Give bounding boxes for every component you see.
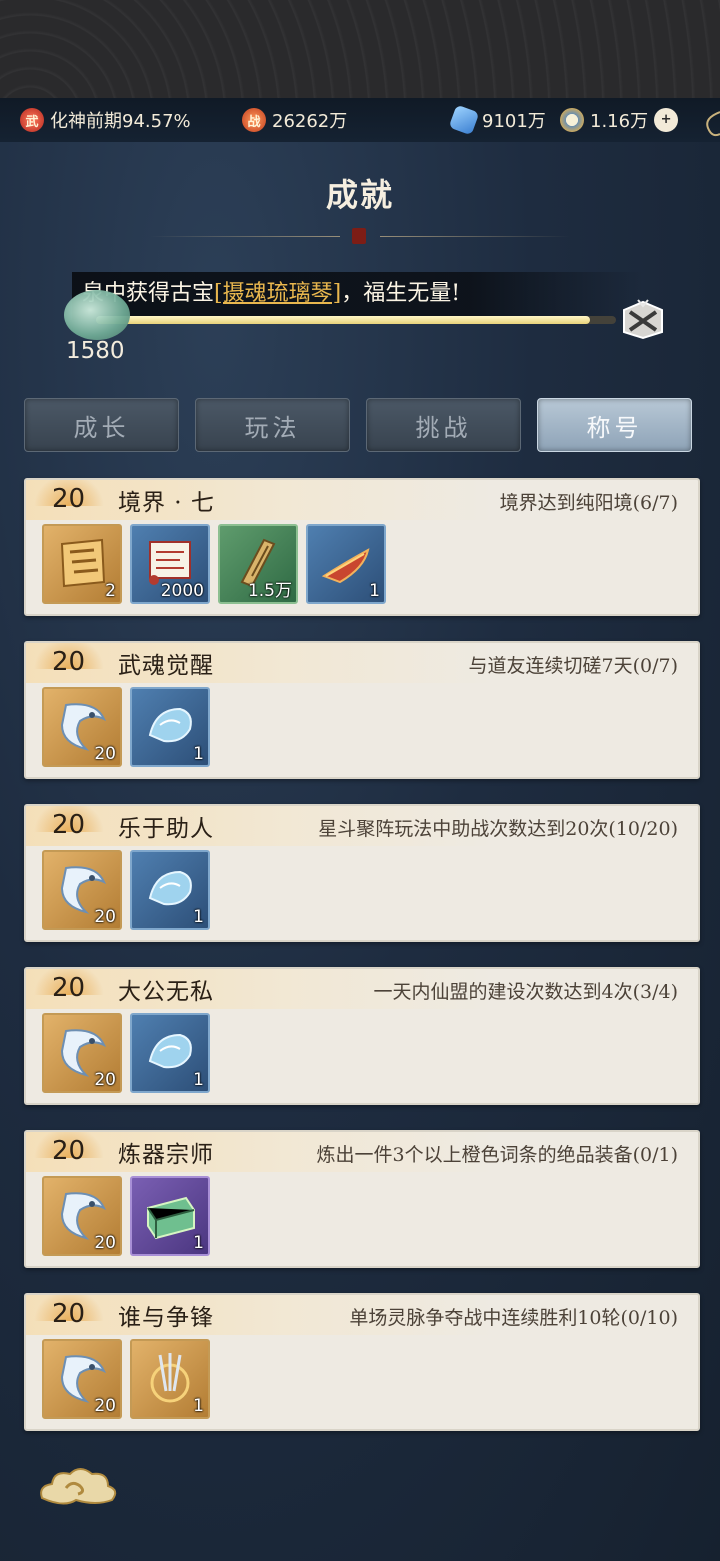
reward-item[interactable]: 1 <box>130 1339 210 1419</box>
reward-list: 20 1 <box>42 1339 210 1419</box>
reward-count: 2 <box>105 581 116 601</box>
achievement-description: 一天内仙盟的建设次数达到4次(3/4) <box>373 981 679 1003</box>
achievement-card[interactable]: 20 大公无私 一天内仙盟的建设次数达到4次(3/4) 20 1 <box>24 967 700 1105</box>
reward-item[interactable]: 20 <box>42 850 122 930</box>
achievement-name: 谁与争锋 <box>118 1305 214 1331</box>
jade-chest-icon <box>147 1196 195 1240</box>
achievement-level: 20 <box>52 647 86 677</box>
reward-list: 2 2000 1.5万 1 <box>42 524 386 604</box>
title-divider-left <box>150 236 340 237</box>
crystal-value: 9101万 <box>482 111 546 132</box>
crystal-icon <box>448 104 480 136</box>
reward-count: 20 <box>94 907 116 927</box>
reward-list: 20 1 <box>42 687 210 767</box>
reward-item[interactable]: 1 <box>306 524 386 604</box>
achievement-name: 境界 · 七 <box>118 490 215 516</box>
achievement-banner: 泉中获得古宝[摄魂琉璃琴]，福生无量! <box>72 272 642 320</box>
reward-count: 1 <box>369 581 380 601</box>
tab-gameplay[interactable]: 玩法 <box>195 398 350 452</box>
reward-count: 2000 <box>160 581 204 601</box>
water-spirit-icon <box>148 707 192 743</box>
scroll-gold-icon <box>60 538 106 588</box>
reward-count: 1 <box>193 744 204 764</box>
reward-item[interactable]: 20 <box>42 1013 122 1093</box>
achievement-level: 20 <box>52 973 86 1003</box>
achievement-description: 星斗聚阵玩法中助战次数达到20次(10/20) <box>318 818 678 840</box>
reward-count: 20 <box>94 1070 116 1090</box>
tab-challenge[interactable]: 挑战 <box>366 398 521 452</box>
reward-list: 20 1 <box>42 1013 210 1093</box>
reward-item[interactable]: 20 <box>42 1176 122 1256</box>
power-icon: 战 <box>242 108 266 132</box>
reward-item[interactable]: 1.5万 <box>218 524 298 604</box>
resource-bar: 武 化神前期94.57% 战 26262万 9101万 1.16万 + <box>0 98 720 142</box>
reward-item[interactable]: 1 <box>130 850 210 930</box>
water-spirit-icon <box>148 1033 192 1069</box>
achievement-card[interactable]: 20 武魂觉醒 与道友连续切磋7天(0/7) 20 1 <box>24 641 700 779</box>
coin-value: 1.16万 <box>590 111 649 132</box>
achievement-name: 大公无私 <box>118 979 214 1005</box>
reward-item[interactable]: 1 <box>130 687 210 767</box>
achievement-level: 20 <box>52 484 86 514</box>
red-feather-icon <box>321 548 370 584</box>
reward-list: 20 1 <box>42 850 210 930</box>
power-resource[interactable]: 战 26262万 <box>242 106 347 134</box>
points-progress-fill <box>96 316 590 324</box>
jade-medal-icon <box>64 290 130 340</box>
auspicious-cloud-icon[interactable] <box>36 1462 120 1512</box>
achievement-card[interactable]: 20 乐于助人 星斗聚阵玩法中助战次数达到20次(10/20) 20 1 <box>24 804 700 942</box>
achievement-points: 1580 <box>66 338 125 364</box>
achievement-level: 20 <box>52 1299 86 1329</box>
gift-box-icon[interactable] <box>620 296 666 340</box>
achievement-name: 炼器宗师 <box>118 1142 214 1168</box>
water-spirit-icon <box>148 870 192 906</box>
banner-suffix: ，福生无量! <box>341 281 461 306</box>
reward-item[interactable]: 2 <box>42 524 122 604</box>
status-bar-background <box>0 0 720 98</box>
achievement-name: 武魂觉醒 <box>118 653 214 679</box>
achievement-name: 乐于助人 <box>118 816 214 842</box>
reward-count: 20 <box>94 1233 116 1253</box>
realm-icon: 武 <box>20 108 44 132</box>
achievement-description: 境界达到纯阳境(6/7) <box>499 492 678 514</box>
sword-array-icon <box>150 1353 190 1403</box>
achievement-level: 20 <box>52 1136 86 1166</box>
coin-icon <box>560 108 584 132</box>
reward-count: 1 <box>193 907 204 927</box>
achievement-card[interactable]: 20 谁与争锋 单场灵脉争夺战中连续胜利10轮(0/10) 20 1 <box>24 1293 700 1431</box>
coin-resource[interactable]: 1.16万 + <box>560 106 679 134</box>
crystal-resource[interactable]: 9101万 <box>448 104 546 136</box>
corner-ornament-icon <box>706 111 720 137</box>
reward-count: 20 <box>94 1396 116 1416</box>
power-value: 26262万 <box>272 111 348 132</box>
seal-icon <box>352 228 366 244</box>
reward-item[interactable]: 20 <box>42 1339 122 1419</box>
tab-titles[interactable]: 称号 <box>537 398 692 452</box>
reward-item[interactable]: 1 <box>130 1013 210 1093</box>
realm-value: 化神前期94.57% <box>50 111 191 132</box>
achievement-card[interactable]: 20 境界 · 七 境界达到纯阳境(6/7) 2 2000 1.5万 1 <box>24 478 700 616</box>
reward-count: 20 <box>94 744 116 764</box>
tab-growth[interactable]: 成长 <box>24 398 179 452</box>
achievement-description: 单场灵脉争夺战中连续胜利10轮(0/10) <box>349 1307 678 1329</box>
achievement-description: 炼出一件3个以上橙色词条的绝品装备(0/1) <box>316 1144 679 1166</box>
reward-count: 1 <box>193 1233 204 1253</box>
reward-count: 1 <box>193 1396 204 1416</box>
reward-item[interactable]: 1 <box>130 1176 210 1256</box>
reward-item[interactable]: 20 <box>42 687 122 767</box>
title-divider-right <box>380 236 570 237</box>
reward-item[interactable]: 2000 <box>130 524 210 604</box>
reward-list: 20 1 <box>42 1176 210 1256</box>
realm-resource[interactable]: 武 化神前期94.57% <box>20 106 191 134</box>
banner-item-link[interactable]: [摄魂琉璃琴] <box>214 281 341 306</box>
reward-count: 1.5万 <box>247 581 292 601</box>
category-tabs: 成长 玩法 挑战 称号 <box>24 398 692 452</box>
achievement-card[interactable]: 20 炼器宗师 炼出一件3个以上橙色词条的绝品装备(0/1) 20 1 <box>24 1130 700 1268</box>
reward-count: 1 <box>193 1070 204 1090</box>
points-progress-bar <box>96 316 616 324</box>
achievement-level: 20 <box>52 810 86 840</box>
add-currency-button[interactable]: + <box>654 108 679 132</box>
achievement-description: 与道友连续切磋7天(0/7) <box>468 655 679 677</box>
page-title: 成就 <box>325 176 394 214</box>
